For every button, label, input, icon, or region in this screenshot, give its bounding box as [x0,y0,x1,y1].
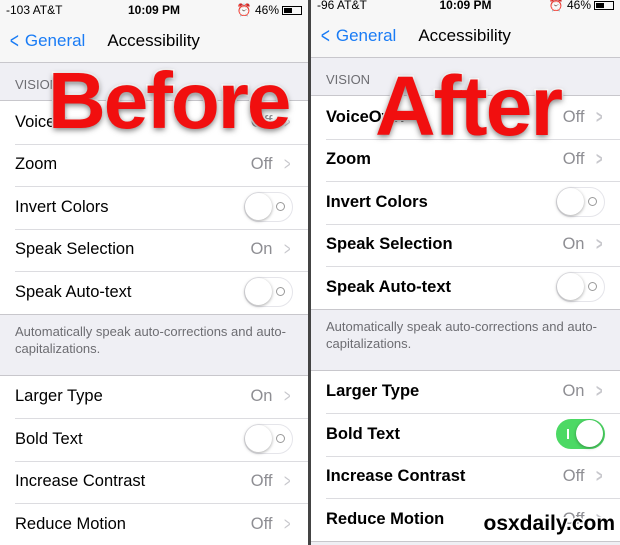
back-button[interactable]: < General [8,28,85,54]
row-label: Increase Contrast [15,472,146,491]
carrier-signal: -96 AT&T [317,0,367,12]
row-label: Increase Contrast [326,467,466,486]
row-label: Reduce Motion [15,514,126,533]
row-value: Off [250,514,273,533]
back-label: General [24,31,86,50]
chevron-right-icon: > [596,381,603,402]
toggle-switch[interactable] [244,192,293,223]
switch-knob [576,420,603,448]
row-label: Speak Auto-text [326,277,451,296]
carrier-signal: -103 AT&T [6,3,63,17]
chevron-right-icon: > [284,154,291,175]
row-label: Speak Selection [15,240,135,259]
watermark: osxdaily.com [482,511,616,537]
off-indicator-icon [276,434,285,444]
row-increase-contrast[interactable]: Increase Contrast Off > [0,460,308,504]
row-bold-text[interactable]: Bold Text [311,413,620,456]
off-indicator-icon [276,202,285,212]
row-label: Speak Auto-text [15,282,132,301]
row-value: Off [562,467,585,486]
battery-status: ⏰ 46% [549,0,614,12]
back-label: General [335,26,397,45]
row-larger-type[interactable]: Larger Type On > [0,376,308,419]
on-indicator-icon [567,429,569,440]
status-bar: -96 AT&T 10:09 PM ⏰ 46% [311,0,620,15]
chevron-right-icon: > [596,149,603,170]
before-label: Before [46,55,292,147]
chevron-right-icon: > [596,106,603,127]
after-label: After [373,58,564,155]
chevron-right-icon: > [284,513,291,534]
row-bold-text[interactable]: Bold Text [0,418,308,461]
battery-icon [594,1,614,11]
row-larger-type[interactable]: Larger Type On > [311,371,620,414]
toggle-switch[interactable] [556,272,605,303]
clock: 10:09 PM [127,3,181,17]
row-label: Invert Colors [326,192,428,211]
page-title: Accessibility [418,26,511,45]
row-speak-auto-text[interactable]: Speak Auto-text [311,266,620,309]
row-label: Larger Type [15,387,103,406]
off-indicator-icon [276,287,285,297]
chevron-right-icon: > [284,471,291,492]
row-value: On [562,235,585,254]
row-speak-selection[interactable]: Speak Selection On > [311,223,620,267]
row-invert-colors[interactable]: Invert Colors [311,181,620,224]
off-indicator-icon [588,197,597,207]
status-bar: -103 AT&T 10:09 PM ⏰ 46% [0,0,308,20]
clock: 10:09 PM [439,0,492,12]
row-label: Bold Text [326,424,400,443]
row-value: On [562,382,585,401]
toggle-switch[interactable] [556,187,605,218]
toggle-switch[interactable] [244,424,293,455]
chevron-right-icon: > [596,234,603,255]
switch-knob [557,188,584,216]
page-title: Accessibility [107,31,200,50]
chevron-right-icon: > [284,239,291,260]
row-speak-auto-text[interactable]: Speak Auto-text [0,271,308,314]
switch-knob [245,193,272,221]
chevron-left-icon: < [9,28,19,53]
chevron-right-icon: > [284,386,291,407]
nav-bar: < General Accessibility [311,15,620,58]
row-label: Speak Selection [326,235,453,254]
row-speak-selection[interactable]: Speak Selection On > [0,228,308,272]
off-indicator-icon [588,282,597,292]
toggle-switch[interactable] [244,277,293,308]
switch-knob [245,278,272,306]
row-label: Invert Colors [15,197,109,216]
row-label: Zoom [15,155,58,174]
row-value: Off [250,472,273,491]
section-footer: Automatically speak auto-corrections and… [15,323,286,356]
row-increase-contrast[interactable]: Increase Contrast Off > [311,455,620,499]
display-group: Larger Type On > Bold Text Increase Contrast… [0,374,308,545]
row-label: Larger Type [326,382,420,401]
row-reduce-motion[interactable]: Reduce Motion Off > [0,503,308,545]
battery-status: ⏰ 46% [237,3,302,17]
switch-knob [557,273,584,301]
chevron-right-icon: > [596,466,603,487]
row-value: Off [562,150,585,169]
row-label: Bold Text [15,429,83,448]
section-footer: Automatically speak auto-corrections and… [326,318,597,351]
battery-percent: 46% [566,0,591,12]
row-value: Off [250,155,273,174]
row-value: On [250,240,273,259]
back-button[interactable]: < General [319,23,396,49]
toggle-switch[interactable] [556,419,605,450]
row-value: On [250,387,273,406]
row-value: Off [562,107,585,126]
battery-percent: 46% [254,3,279,17]
row-invert-colors[interactable]: Invert Colors [0,186,308,229]
chevron-left-icon: < [320,23,330,48]
battery-icon [282,6,302,16]
row-zoom[interactable]: Zoom Off > [0,143,308,187]
switch-knob [245,425,272,453]
